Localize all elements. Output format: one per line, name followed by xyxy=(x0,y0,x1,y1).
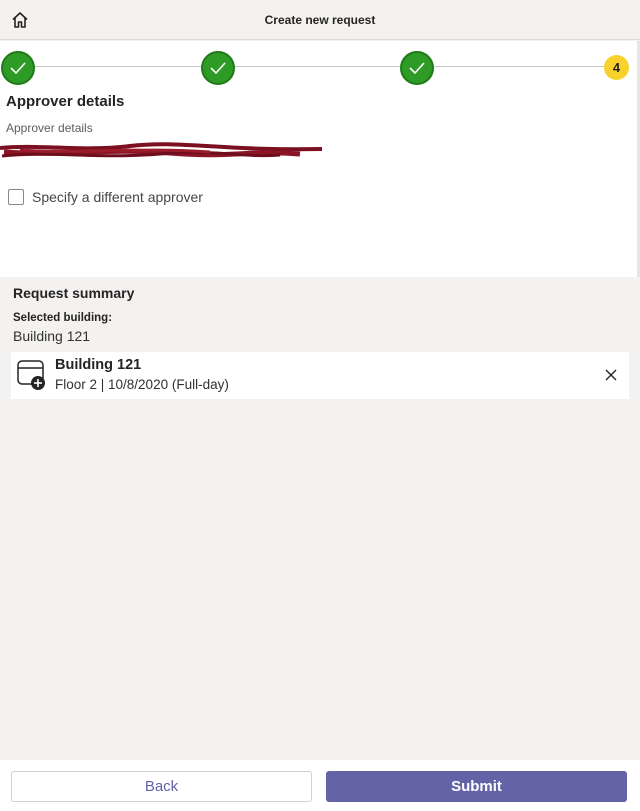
step-2-completed[interactable] xyxy=(201,51,235,85)
back-button[interactable]: Back xyxy=(11,771,312,802)
calendar-add-icon xyxy=(17,360,45,390)
close-icon xyxy=(605,369,617,381)
card-subtitle: Floor 2 | 10/8/2020 (Full-day) xyxy=(55,377,229,392)
step-4-current: 4 xyxy=(604,55,629,80)
step-3-completed[interactable] xyxy=(400,51,434,85)
redacted-approver-name xyxy=(0,142,322,158)
page-title: Create new request xyxy=(264,13,376,27)
approver-field-label: Approver details xyxy=(6,121,93,135)
progress-stepper: 4 xyxy=(0,49,637,85)
different-approver-option[interactable]: Specify a different approver xyxy=(8,189,203,205)
checkmark-icon xyxy=(10,62,26,75)
selected-building-label: Selected building: xyxy=(13,312,113,324)
step-1-completed[interactable] xyxy=(1,51,35,85)
remove-building-button[interactable] xyxy=(603,367,619,383)
summary-title: Request summary xyxy=(13,285,135,301)
different-approver-checkbox[interactable] xyxy=(8,189,24,205)
different-approver-label: Specify a different approver xyxy=(32,189,203,205)
step-connector xyxy=(34,66,201,67)
checkmark-icon xyxy=(409,62,425,75)
step-connector xyxy=(434,66,604,67)
footer-bar: Back Submit xyxy=(0,760,640,811)
card-title: Building 121 xyxy=(55,357,142,373)
step-connector xyxy=(234,66,400,67)
selected-building-value: Building 121 xyxy=(13,328,91,344)
app-window: Create new request 4 Approver details Ap… xyxy=(0,0,640,811)
submit-button[interactable]: Submit xyxy=(326,771,627,802)
section-title: Approver details xyxy=(6,93,125,110)
checkmark-icon xyxy=(210,62,226,75)
building-card: Building 121 Floor 2 | 10/8/2020 (Full-d… xyxy=(11,352,629,399)
approver-section: 4 Approver details Approver details Spec… xyxy=(0,41,637,277)
header-bar: Create new request xyxy=(0,0,640,40)
